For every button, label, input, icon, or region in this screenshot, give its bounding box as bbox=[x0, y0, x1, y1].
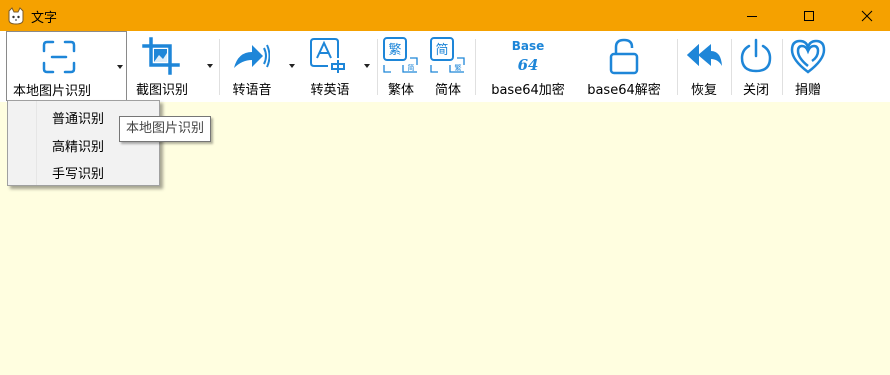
svg-text:Base: Base bbox=[512, 39, 545, 53]
simplified-chinese-label: 简体 bbox=[434, 83, 461, 98]
toolbar-separator bbox=[219, 39, 220, 95]
heart-icon bbox=[790, 39, 826, 74]
to-english-label: 转英语 bbox=[310, 83, 350, 98]
close-app-label: 关闭 bbox=[742, 83, 769, 98]
menu-item-handwriting-ocr[interactable]: 手写识别 bbox=[9, 158, 159, 184]
toolbar-separator bbox=[377, 39, 378, 95]
ocr-mode-dropdown-menu: 普通识别 高精识别 手写识别 bbox=[7, 100, 160, 186]
svg-text:简: 简 bbox=[408, 63, 415, 72]
restore-label: 恢复 bbox=[690, 83, 717, 98]
to-speech-dropdown-arrow[interactable] bbox=[289, 64, 295, 68]
reply-all-icon bbox=[687, 44, 722, 66]
crop-icon bbox=[142, 37, 180, 75]
button-tooltip: 本地图片识别 bbox=[119, 116, 212, 142]
toolbar-separator bbox=[782, 39, 783, 95]
local-image-ocr-button[interactable]: 本地图片识别 bbox=[6, 31, 127, 101]
to-speech-label: 转语音 bbox=[232, 83, 272, 98]
close-icon bbox=[861, 10, 873, 21]
app-cat-icon bbox=[8, 7, 24, 25]
simplified-chinese-icon: 简 繁 bbox=[430, 37, 465, 73]
scan-frame-icon bbox=[42, 40, 76, 74]
donate-label: 捐赠 bbox=[794, 83, 821, 98]
minimize-icon bbox=[747, 15, 757, 17]
svg-text:繁: 繁 bbox=[388, 42, 401, 58]
unlock-icon bbox=[609, 38, 639, 75]
window-title: 文字 bbox=[31, 11, 58, 26]
toolbar-separator bbox=[677, 39, 678, 95]
translate-icon bbox=[310, 38, 346, 74]
base64-decode-button[interactable]: base64解密 bbox=[578, 31, 670, 101]
screenshot-ocr-button[interactable]: 截图识别 bbox=[129, 31, 215, 101]
traditional-chinese-button[interactable]: 繁 简 繁体 bbox=[380, 31, 422, 101]
menu-item-label: 普通识别 bbox=[52, 112, 105, 127]
speech-arrow-icon bbox=[234, 44, 270, 68]
screenshot-ocr-label: 截图识别 bbox=[135, 83, 188, 98]
app-window: 文字 本地图片识别 截图识别 转语音 转英语 繁 简 繁体 简 繁 简体 Bas… bbox=[0, 0, 890, 375]
close-window-button[interactable] bbox=[844, 0, 890, 31]
title-bar: 文字 bbox=[0, 0, 890, 31]
maximize-button[interactable] bbox=[786, 0, 832, 31]
svg-text:繁: 繁 bbox=[455, 63, 462, 72]
base64-decode-label: base64解密 bbox=[587, 83, 661, 98]
minimize-button[interactable] bbox=[729, 0, 775, 31]
toolbar: 本地图片识别 截图识别 转语音 转英语 繁 简 繁体 简 繁 简体 Base 6… bbox=[0, 31, 890, 102]
menu-item-label: 高精识别 bbox=[52, 140, 105, 155]
simplified-chinese-button[interactable]: 简 繁 简体 bbox=[426, 31, 470, 101]
base64-icon: Base 64 bbox=[512, 39, 545, 74]
svg-text:64: 64 bbox=[518, 56, 539, 74]
to-speech-button[interactable]: 转语音 bbox=[222, 31, 299, 101]
base64-encode-button[interactable]: Base 64 base64加密 bbox=[482, 31, 574, 101]
screenshot-ocr-dropdown-arrow[interactable] bbox=[207, 64, 213, 68]
donate-button[interactable]: 捐赠 bbox=[785, 31, 831, 101]
traditional-chinese-icon: 繁 简 bbox=[383, 37, 418, 73]
local-image-ocr-dropdown-arrow[interactable] bbox=[117, 65, 123, 69]
power-icon bbox=[740, 38, 772, 73]
traditional-chinese-label: 繁体 bbox=[387, 83, 414, 98]
toolbar-separator bbox=[731, 39, 732, 95]
toolbar-separator bbox=[475, 39, 476, 95]
maximize-icon bbox=[804, 10, 814, 21]
menu-item-label: 手写识别 bbox=[52, 167, 105, 182]
to-english-dropdown-arrow[interactable] bbox=[364, 64, 370, 68]
svg-text:简: 简 bbox=[435, 42, 448, 58]
local-image-ocr-label: 本地图片识别 bbox=[13, 84, 92, 99]
to-english-button[interactable]: 转英语 bbox=[300, 31, 376, 101]
close-app-button[interactable]: 关闭 bbox=[734, 31, 778, 101]
restore-button[interactable]: 恢复 bbox=[681, 31, 727, 101]
base64-encode-label: base64加密 bbox=[491, 83, 565, 98]
